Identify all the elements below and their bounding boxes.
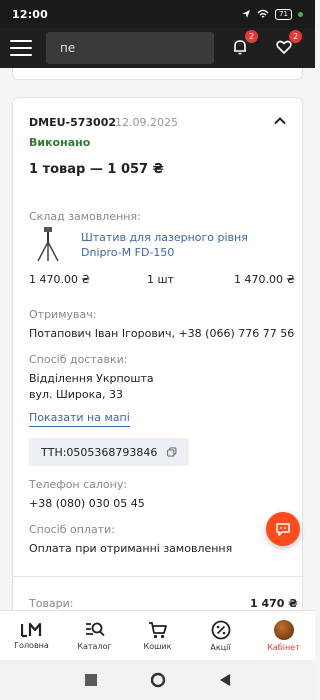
chevron-up-icon[interactable] [273,114,287,128]
chat-icon [276,523,290,536]
salon-phone-value[interactable]: +38 (080) 030 05 45 [29,497,145,510]
recipient-value: Потапович Іван Ігорович, +38 (066) 776 7… [29,327,295,340]
nav-cart[interactable]: Кошик [126,611,189,660]
order-status: Виконано [29,136,91,149]
status-bar: 12:00 71 [0,0,315,28]
nav-cabinet-label: Кабінет [267,642,300,652]
nav-promotions-label: Акції [210,642,231,652]
cart-icon [148,621,167,638]
nav-home[interactable]: Головна [0,611,63,660]
nav-cabinet[interactable]: Кабінет [252,611,315,660]
favorites-badge: 2 [289,30,302,43]
notifications-badge: 2 [245,30,258,43]
previous-order-card [12,68,303,80]
nav-home-label: Головна [14,640,49,650]
status-icons: 71 [241,8,303,20]
salon-phone-label: Телефон салону: [29,478,128,491]
catalog-search-icon [85,622,105,636]
order-date: 12.09.2025 [115,116,178,129]
product-name-link[interactable]: Штатив для лазерного рівня Dnipro-M FD-1… [81,230,291,260]
order-summary: 1 товар — 1 057 ₴ [29,162,164,177]
favorites-button[interactable]: 2 [271,30,302,60]
system-navigation [0,660,315,700]
percent-icon [211,620,230,639]
nav-promotions[interactable]: Акції [189,611,252,660]
clock: 12:00 [12,7,49,21]
divider [13,576,304,577]
app-header: пе 2 2 [0,28,315,68]
recipient-label: Отримувач: [29,308,97,321]
product-total: 1 470.00 ₴ [234,273,295,286]
nav-catalog[interactable]: Каталог [63,611,126,660]
avatar [273,619,294,640]
nav-cart-label: Кошик [143,641,172,651]
menu-icon[interactable] [10,40,32,56]
delivery-line2: вул. Широка, 33 [29,388,124,401]
order-card: DMEU-573002 12.09.2025 Виконано 1 товар … [12,97,304,610]
product-price: 1 470.00 ₴ [29,273,90,286]
ttn-number: ТТН:0505368793846 [41,445,158,459]
goods-value: 1 470 ₴ [250,597,298,610]
copy-icon[interactable] [167,445,177,459]
search-input[interactable]: пе [46,32,214,64]
order-id: DMEU-573002 [29,116,117,129]
payment-value: Оплата при отриманні замовлення [29,542,233,555]
goods-label: Товари: [29,597,74,610]
back-icon[interactable] [218,673,232,687]
recents-icon[interactable] [84,673,98,687]
chat-button[interactable] [266,512,300,546]
battery-indicator: 71 [275,8,292,20]
ttn-chip[interactable]: ТТН:0505368793846 [29,438,189,466]
delivery-line1: Відділення Укрпошта [29,372,154,385]
wifi-icon [257,9,269,18]
location-icon [242,10,251,18]
delivery-label: Спосіб доставки: [29,353,128,366]
product-quantity: 1 шт [147,273,174,286]
product-image[interactable] [35,226,61,262]
composition-label: Склад замовлення: [29,210,141,223]
show-on-map-link[interactable]: Показати на мапі [29,411,130,427]
payment-label: Спосіб оплати: [29,523,115,536]
active-dot-icon [298,11,303,17]
nav-catalog-label: Каталог [77,641,112,651]
notifications-button[interactable]: 2 [227,30,258,60]
home-logo-icon [20,622,41,637]
bottom-navigation: Головна Каталог Кошик Акції Кабінет [0,610,315,660]
home-button-icon[interactable] [150,672,166,688]
